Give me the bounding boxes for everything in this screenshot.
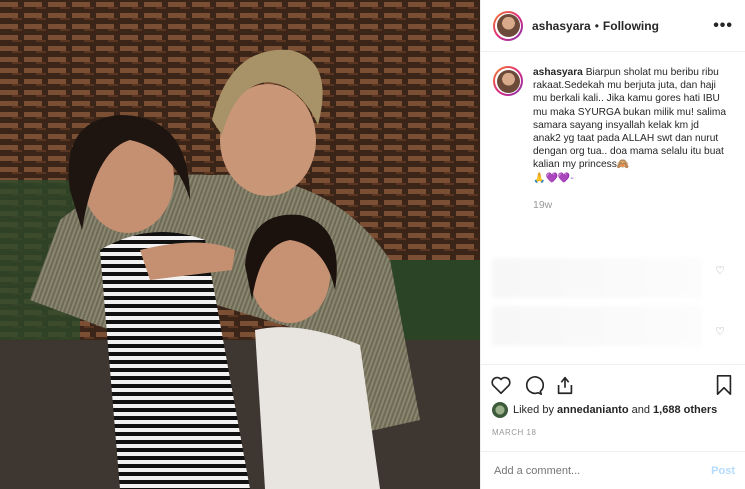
action-bar bbox=[480, 364, 745, 404]
post-button[interactable]: Post bbox=[711, 465, 735, 477]
caption: ashasyara Biarpun sholat mu beribu ribu … bbox=[481, 52, 745, 185]
comment-bar: Post bbox=[480, 451, 745, 489]
likes-prefix: Liked by bbox=[513, 404, 554, 416]
caption-body: Biarpun sholat mu beribu ribu rakaat.Sed… bbox=[533, 67, 727, 171]
share-icon[interactable] bbox=[554, 374, 576, 396]
caption-text: ashasyara Biarpun sholat mu beribu ribu … bbox=[533, 66, 729, 185]
caption-avatar[interactable] bbox=[493, 66, 523, 96]
post-date[interactable]: MARCH 18 bbox=[492, 428, 536, 437]
comment-icon[interactable] bbox=[522, 374, 545, 396]
post-header: ashasyara • Following ••• bbox=[481, 0, 745, 52]
bookmark-icon[interactable] bbox=[713, 374, 735, 396]
liker-avatar[interactable] bbox=[492, 402, 508, 418]
avatar[interactable] bbox=[493, 10, 523, 41]
post-photo-image bbox=[0, 0, 480, 489]
monkey-emoji: 🙈 bbox=[616, 159, 630, 171]
post-photo[interactable] bbox=[0, 0, 480, 489]
liker-username[interactable]: annedanianto bbox=[557, 404, 629, 416]
blurred-comment bbox=[492, 306, 702, 346]
likes-and: and bbox=[631, 404, 650, 416]
likes-count[interactable]: 1,688 others bbox=[653, 404, 717, 416]
separator-dot: • bbox=[594, 18, 599, 33]
following-button[interactable]: Following bbox=[603, 19, 659, 33]
time-ago[interactable]: 19w bbox=[533, 199, 745, 211]
comment-like-icon[interactable]: ♡ bbox=[715, 325, 725, 338]
emoji-line: 🙏💜💜- bbox=[533, 172, 574, 184]
comment-like-icon[interactable]: ♡ bbox=[715, 264, 725, 277]
caption-username[interactable]: ashasyara bbox=[533, 67, 583, 78]
comment-input[interactable] bbox=[492, 463, 712, 478]
likes-summary: Liked by annedanianto and 1,688 others bbox=[492, 402, 717, 418]
heart-icon[interactable] bbox=[490, 374, 512, 396]
username-link[interactable]: ashasyara bbox=[532, 19, 591, 33]
blurred-comment bbox=[492, 258, 702, 298]
more-options-icon[interactable]: ••• bbox=[713, 17, 733, 35]
